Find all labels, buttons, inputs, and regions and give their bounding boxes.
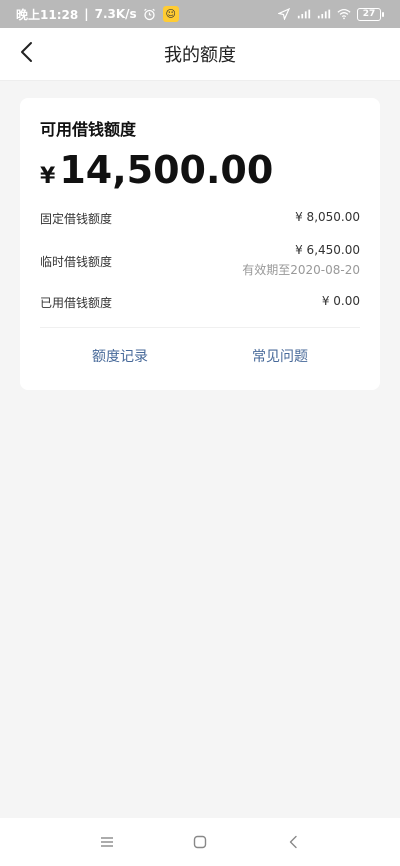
emoji-face-icon: ☺: [162, 6, 179, 22]
used-limit-right: ¥ 0.00: [322, 294, 360, 308]
status-bar: 晚上11:28 | 7.3K/s ☺ 27: [0, 0, 400, 28]
limit-records-link[interactable]: 额度记录: [92, 346, 148, 366]
used-limit-value: ¥ 0.00: [321, 294, 360, 308]
fixed-limit-value: ¥ 8,050.00: [295, 210, 360, 224]
system-nav-bar: [0, 818, 400, 866]
status-left: 晚上11:28 | 7.3K/s ☺: [16, 6, 179, 23]
temporary-limit-right: ¥ 6,450.00 有效期至2020-08-20: [242, 243, 360, 278]
signal-bars-icon: [297, 7, 311, 21]
status-right: 27: [277, 7, 384, 21]
battery-indicator: 27: [357, 7, 384, 21]
temporary-limit-label: 临时借钱额度: [40, 255, 113, 269]
limit-details: 固定借钱额度 ¥ 8,050.00 临时借钱额度 ¥ 6,450.00 有效期至…: [40, 210, 360, 311]
header: 我的额度: [0, 28, 400, 81]
fixed-limit-label: 固定借钱额度: [40, 212, 113, 226]
back-button[interactable]: [8, 36, 44, 72]
available-amount-row: ¥ 14,500.00: [40, 148, 360, 192]
page-title: 我的额度: [164, 45, 236, 66]
status-separator: |: [84, 7, 89, 21]
fixed-limit-right: ¥ 8,050.00: [295, 210, 360, 224]
temporary-limit-value: ¥ 6,450.00: [295, 243, 360, 257]
battery-cap: [382, 11, 384, 17]
used-limit-label: 已用借钱额度: [40, 296, 113, 310]
chevron-left-icon: [19, 41, 33, 67]
signal-bars-icon: [317, 7, 331, 21]
home-square-icon[interactable]: [188, 830, 212, 854]
currency-symbol: ¥: [40, 164, 56, 189]
available-amount: 14,500.00: [59, 148, 274, 192]
nav-back-icon[interactable]: [281, 830, 305, 854]
credit-limit-card: 可用借钱额度 ¥ 14,500.00 固定借钱额度 ¥ 8,050.00 临时借…: [20, 98, 380, 390]
available-limit-title: 可用借钱额度: [40, 120, 137, 139]
used-limit-row: 已用借钱额度 ¥ 0.00: [40, 294, 360, 311]
location-arrow-icon: [277, 7, 291, 21]
status-speed: 7.3K/s: [94, 7, 137, 21]
status-time: 晚上11:28: [16, 7, 79, 22]
alarm-clock-icon: [143, 7, 157, 21]
faq-link[interactable]: 常见问题: [252, 346, 308, 366]
temporary-limit-expiry: 有效期至2020-08-20: [242, 263, 360, 277]
battery-level: 27: [357, 7, 381, 21]
card-links: 额度记录 常见问题: [40, 328, 360, 384]
temporary-limit-row: 临时借钱额度 ¥ 6,450.00 有效期至2020-08-20: [40, 243, 360, 278]
fixed-limit-row: 固定借钱额度 ¥ 8,050.00: [40, 210, 360, 227]
wifi-icon: [337, 7, 351, 21]
menu-icon[interactable]: [95, 830, 119, 854]
